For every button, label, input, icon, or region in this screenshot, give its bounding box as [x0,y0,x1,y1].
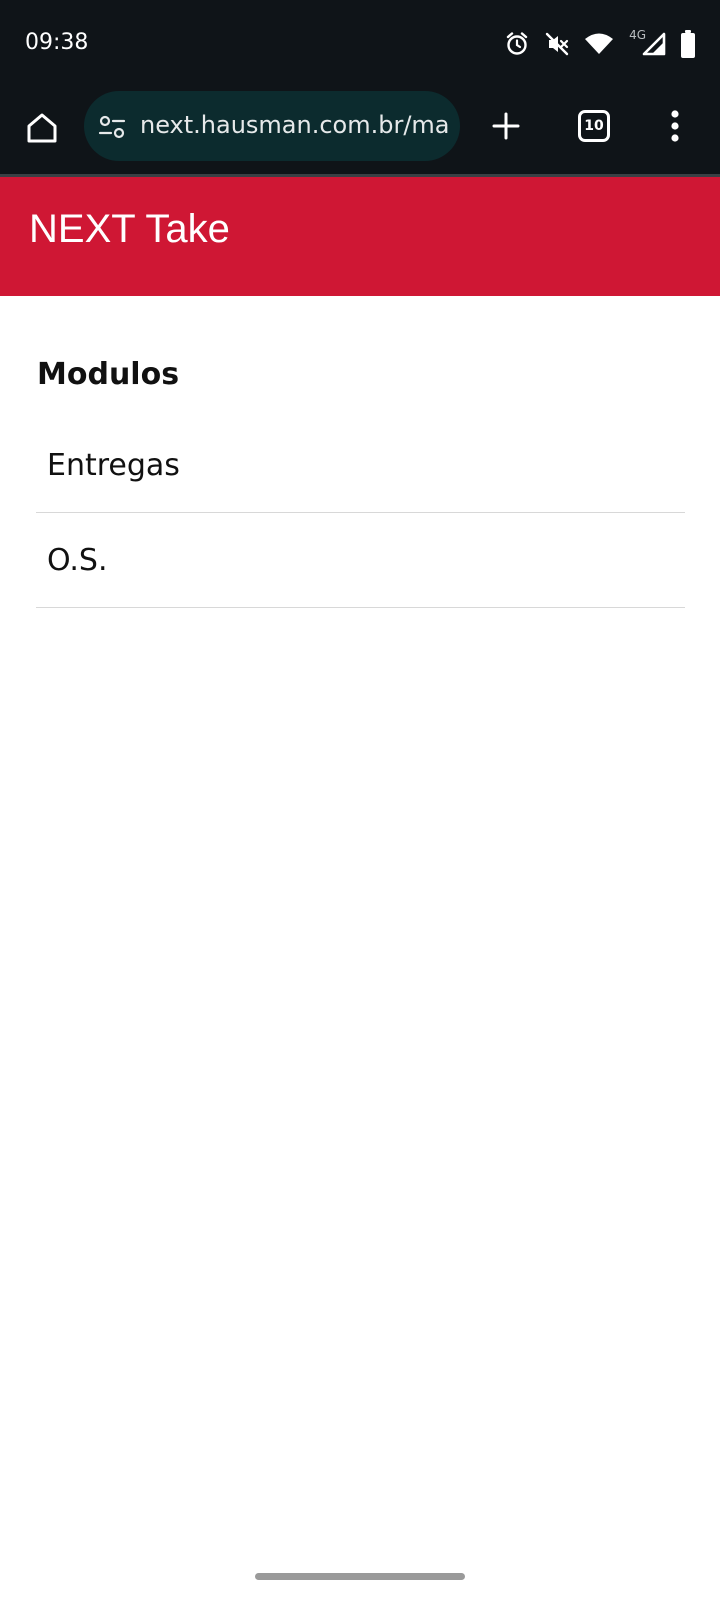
section-title: Modulos [37,357,180,392]
status-bar: 09:38 4G [0,0,720,88]
signal-icon [642,32,666,56]
url-text[interactable]: next.hausman.com.br/ma [140,111,448,139]
new-tab-button[interactable] [486,106,526,146]
module-label: O.S. [47,542,108,578]
site-settings-icon[interactable] [98,113,126,141]
browser-toolbar: next.hausman.com.br/ma 10 [0,88,720,174]
alarm-icon [504,31,530,57]
app-header: NEXT Take [0,177,720,296]
more-vert-icon [671,110,679,142]
tab-count: 10 [584,118,604,134]
gesture-home-indicator[interactable] [255,1573,465,1580]
wifi-icon [584,32,614,56]
tab-switcher-button[interactable]: 10 [578,110,610,142]
browser-menu-button[interactable] [660,106,690,146]
address-bar[interactable]: next.hausman.com.br/ma [84,91,460,161]
home-icon [27,113,57,143]
module-list: Entregas O.S. [36,418,685,608]
home-button[interactable] [22,108,62,148]
module-item-os[interactable]: O.S. [36,513,685,608]
status-time: 09:38 [25,30,89,55]
module-item-entregas[interactable]: Entregas [36,418,685,513]
vibrate-off-icon [544,31,570,57]
status-icons [504,28,696,60]
plus-icon [492,112,520,140]
battery-icon [680,30,696,58]
module-label: Entregas [47,447,180,483]
app-title: NEXT Take [29,207,230,251]
